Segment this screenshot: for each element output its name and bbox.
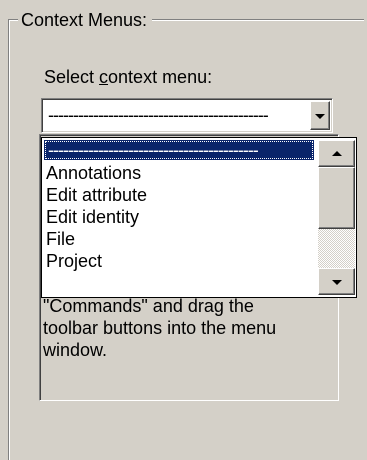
dropdown-items: ----------------------------------------…	[42, 138, 316, 272]
dropdown-item-annotations[interactable]: Annotations	[42, 162, 316, 184]
arrow-down-icon	[331, 279, 342, 285]
scroll-up-button[interactable]	[318, 140, 355, 167]
arrow-up-icon	[331, 150, 342, 156]
context-menu-dropdown-list[interactable]: ----------------------------------------…	[41, 137, 357, 298]
label-text-after: ontext menu:	[108, 67, 213, 87]
dropdown-item-edit-attribute[interactable]: Edit attribute	[42, 184, 316, 206]
dropdown-item-separator[interactable]: ----------------------------------------…	[44, 140, 314, 160]
scrollbar-thumb[interactable]	[318, 167, 355, 229]
label-accelerator-key: c	[99, 67, 109, 87]
scroll-down-button[interactable]	[318, 268, 355, 295]
combo-dropdown-button[interactable]	[310, 101, 330, 130]
dropdown-item-edit-identity[interactable]: Edit identity	[42, 206, 316, 228]
group-title: Context Menus:	[18, 9, 153, 31]
dropdown-item-file[interactable]: File	[42, 228, 316, 250]
combo-value: ----------------------------------------…	[48, 105, 269, 125]
dropdown-item-project[interactable]: Project	[42, 250, 316, 272]
dropdown-scrollbar[interactable]	[318, 140, 355, 295]
chevron-down-icon	[315, 113, 325, 119]
label-text-before: Select	[44, 67, 100, 87]
context-menu-combo[interactable]: ----------------------------------------…	[41, 98, 333, 133]
select-context-menu-label: Select context menu:	[44, 66, 212, 88]
